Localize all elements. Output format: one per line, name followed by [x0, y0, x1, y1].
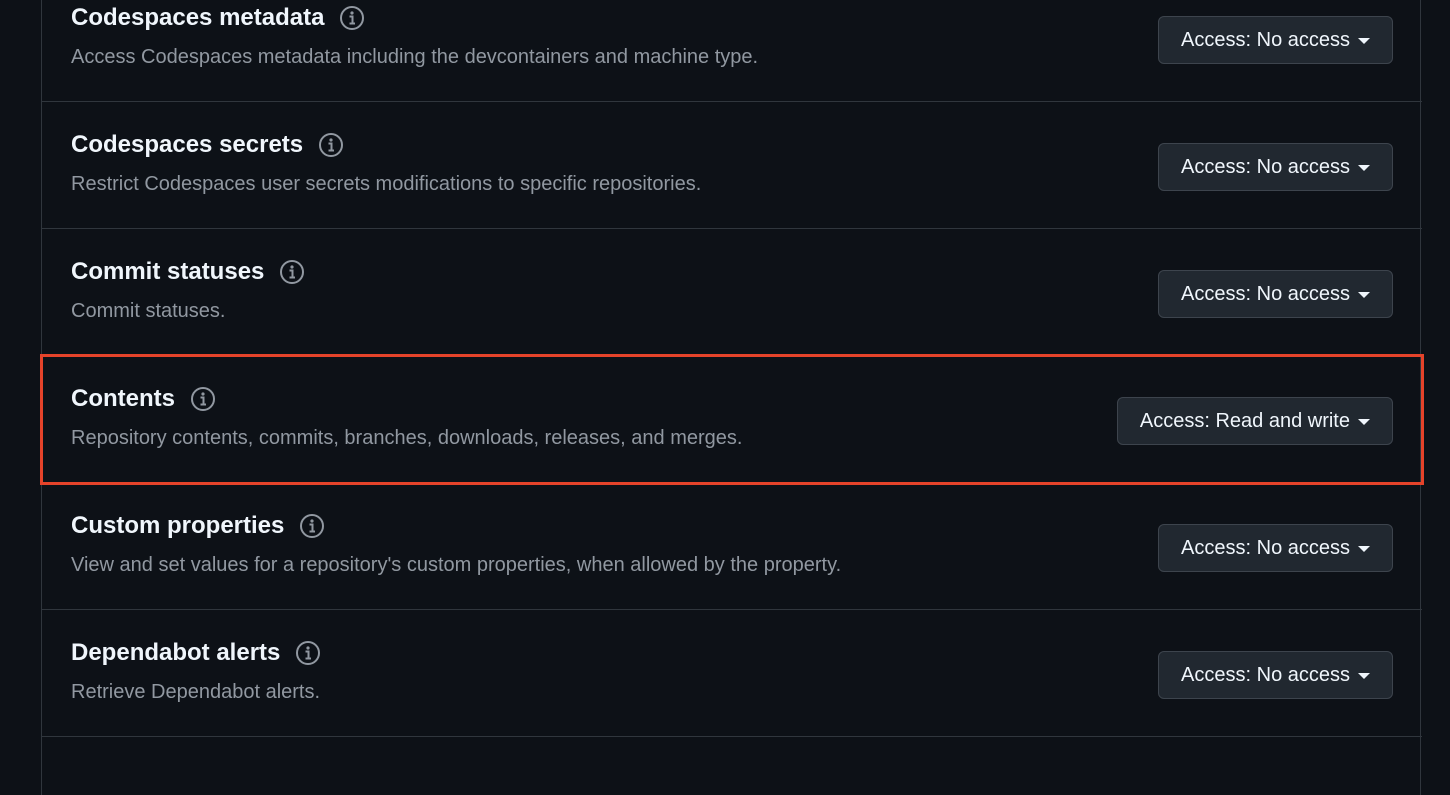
- permission-description: Commit statuses.: [71, 300, 226, 322]
- access-dropdown-button[interactable]: Access: Read and write: [1116, 397, 1393, 445]
- info-icon[interactable]: [318, 132, 344, 158]
- permission-row-commit-statuses: Commit statuses Commit statuses. Access:…: [42, 229, 1422, 356]
- access-dropdown-button[interactable]: Access: No access: [1158, 270, 1393, 318]
- permission-row-contents: Contents Repository contents, commits, b…: [40, 354, 1424, 485]
- permission-description: Repository contents, commits, branches, …: [71, 427, 743, 449]
- caret-down-icon: [1358, 292, 1370, 298]
- caret-down-icon: [1358, 546, 1370, 552]
- access-dropdown-button[interactable]: Access: No access: [1158, 143, 1393, 191]
- access-dropdown-button[interactable]: Access: No access: [1158, 16, 1393, 64]
- permission-title: Codespaces secrets: [71, 131, 344, 159]
- info-icon[interactable]: [299, 513, 325, 539]
- info-icon[interactable]: [279, 259, 305, 285]
- permission-row-codespaces-secrets: Codespaces secrets Restrict Codespaces u…: [42, 102, 1422, 229]
- permission-row-codespaces-metadata: Codespaces metadata Access Codespaces me…: [42, 0, 1422, 102]
- permission-description: Restrict Codespaces user secrets modific…: [71, 173, 702, 195]
- permission-description: View and set values for a repository's c…: [71, 554, 842, 576]
- caret-down-icon: [1358, 165, 1370, 171]
- permission-title: Commit statuses: [71, 258, 305, 286]
- permission-description: Retrieve Dependabot alerts.: [71, 681, 321, 703]
- access-dropdown-button[interactable]: Access: No access: [1158, 651, 1393, 699]
- permission-title: Contents: [71, 385, 216, 413]
- caret-down-icon: [1358, 419, 1370, 425]
- info-icon[interactable]: [190, 386, 216, 412]
- caret-down-icon: [1358, 38, 1370, 44]
- info-icon[interactable]: [339, 5, 365, 31]
- permission-title: Custom properties: [71, 512, 325, 540]
- access-dropdown-button[interactable]: Access: No access: [1158, 524, 1393, 572]
- info-icon[interactable]: [295, 640, 321, 666]
- permission-title: Dependabot alerts: [71, 639, 321, 667]
- permission-row-custom-properties: Custom properties View and set values fo…: [42, 483, 1422, 610]
- permission-title: Codespaces metadata: [71, 4, 365, 32]
- caret-down-icon: [1358, 673, 1370, 679]
- permissions-list: Codespaces metadata Access Codespaces me…: [40, 0, 1424, 795]
- permission-description: Access Codespaces metadata including the…: [71, 46, 759, 68]
- permission-row-dependabot-alerts: Dependabot alerts Retrieve Dependabot al…: [42, 610, 1422, 737]
